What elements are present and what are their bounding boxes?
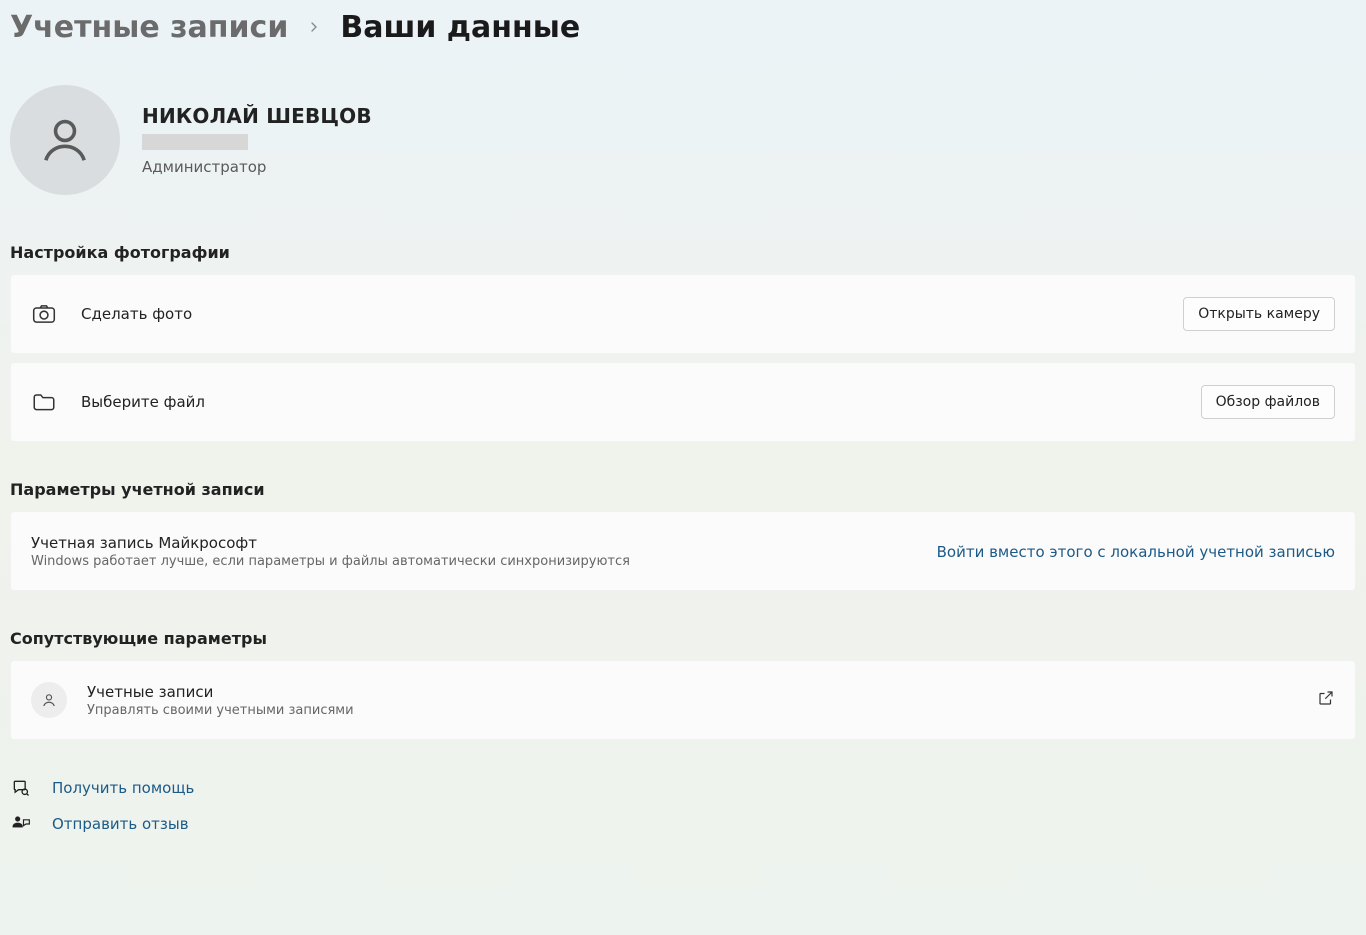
ms-account-subtitle: Windows работает лучше, если параметры и… [31,554,937,569]
section-title-related: Сопутствующие параметры [10,629,1356,648]
help-icon [10,778,32,798]
section-photo-settings: Настройка фотографии Сделать фото Открыт… [10,243,1356,442]
feedback-icon [10,814,32,834]
card-accounts-link[interactable]: Учетные записи Управлять своими учетными… [10,660,1356,740]
avatar [10,85,120,195]
chevron-right-icon [306,16,322,40]
card-take-photo: Сделать фото Открыть камеру [10,274,1356,354]
page-title: Ваши данные [340,10,580,45]
breadcrumb: Учетные записи Ваши данные [10,10,1356,45]
profile-name: НИКОЛАЙ ШЕВЦОВ [142,104,372,128]
folder-icon [31,389,57,415]
card-microsoft-account: Учетная запись Майкрософт Windows работа… [10,511,1356,591]
choose-file-label: Выберите файл [81,393,1201,411]
section-title-photo: Настройка фотографии [10,243,1356,262]
browse-files-button[interactable]: Обзор файлов [1201,385,1335,419]
take-photo-label: Сделать фото [81,305,1183,323]
send-feedback-label: Отправить отзыв [52,815,189,833]
get-help-link[interactable]: Получить помощь [10,778,1356,798]
profile-email-redacted [142,134,248,150]
sign-in-local-link[interactable]: Войти вместо этого с локальной учетной з… [937,543,1335,561]
breadcrumb-parent[interactable]: Учетные записи [10,10,288,45]
profile-role: Администратор [142,158,372,176]
accounts-link-subtitle: Управлять своими учетными записями [87,703,1317,718]
section-account-settings: Параметры учетной записи Учетная запись … [10,480,1356,591]
person-icon [31,682,67,718]
external-link-icon [1317,689,1335,711]
get-help-label: Получить помощь [52,779,194,797]
ms-account-title: Учетная запись Майкрософт [31,534,937,552]
camera-icon [31,301,57,327]
accounts-link-title: Учетные записи [87,683,1317,701]
footer-links: Получить помощь Отправить отзыв [10,778,1356,834]
open-camera-button[interactable]: Открыть камеру [1183,297,1335,331]
section-title-account: Параметры учетной записи [10,480,1356,499]
profile-header: НИКОЛАЙ ШЕВЦОВ Администратор [10,85,1356,195]
send-feedback-link[interactable]: Отправить отзыв [10,814,1356,834]
section-related-settings: Сопутствующие параметры Учетные записи У… [10,629,1356,740]
card-choose-file: Выберите файл Обзор файлов [10,362,1356,442]
